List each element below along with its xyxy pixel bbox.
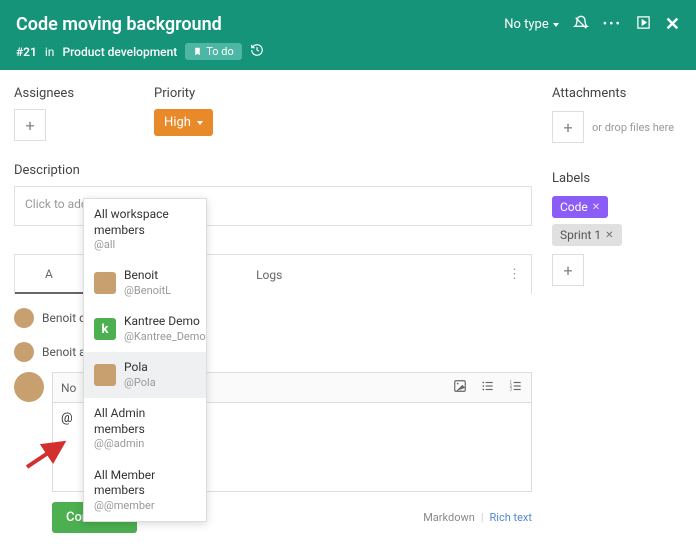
mention-handle: @all	[94, 238, 196, 252]
richtext-link[interactable]: Rich text	[490, 511, 533, 524]
mention-handle: @Pola	[124, 376, 156, 390]
close-icon[interactable]: ✕	[665, 14, 680, 35]
priority-label: Priority	[154, 86, 213, 101]
markdown-link[interactable]: Markdown	[423, 511, 475, 524]
mention-option[interactable]: All workspace members@all	[84, 199, 206, 260]
description-label: Description	[14, 163, 532, 178]
add-label-button[interactable]: +	[552, 254, 584, 286]
expand-icon[interactable]	[636, 15, 651, 34]
number-list-icon[interactable]: 123	[509, 379, 523, 396]
labels-list: Code ✕ Sprint 1 ✕	[552, 196, 682, 246]
mention-option[interactable]: All Member members@@member	[84, 460, 206, 521]
avatar	[94, 364, 116, 386]
mention-option[interactable]: Pola@Pola	[84, 352, 206, 398]
bell-off-icon[interactable]	[573, 15, 589, 35]
avatar	[94, 272, 116, 294]
card-title: Code moving background	[16, 14, 504, 35]
mention-name: All workspace members	[94, 207, 196, 238]
image-icon[interactable]	[453, 379, 467, 396]
mention-name: Kantree Demo	[124, 314, 206, 330]
remove-label-icon[interactable]: ✕	[605, 230, 613, 241]
mention-name: Pola	[124, 360, 156, 376]
card-header: Code moving background No type ••• ✕ #21…	[0, 0, 696, 70]
avatar	[14, 308, 34, 328]
bullet-list-icon[interactable]	[481, 379, 495, 396]
mention-option[interactable]: k Kantree Demo@Kantree_Demo	[84, 306, 206, 352]
tab-activity[interactable]: A	[15, 255, 83, 294]
drop-hint: or drop files here	[592, 121, 674, 134]
more-icon[interactable]: •••	[603, 17, 622, 32]
tab-more-icon[interactable]: ⋮	[498, 267, 531, 282]
mention-option[interactable]: Benoit@BenoitL	[84, 260, 206, 306]
mention-dropdown: All workspace members@allBenoit@BenoitLk…	[83, 198, 207, 522]
svg-text:3: 3	[510, 387, 513, 392]
mention-name: Benoit	[124, 268, 171, 284]
mention-handle: @@member	[94, 499, 196, 513]
mention-handle: @@admin	[94, 437, 196, 451]
avatar	[14, 342, 34, 362]
priority-select[interactable]: High	[154, 109, 213, 136]
label-chip[interactable]: Sprint 1 ✕	[552, 224, 622, 246]
mention-option[interactable]: All Admin members@@admin	[84, 398, 206, 459]
attachments-label: Attachments	[552, 86, 682, 101]
mention-name: All Admin members	[94, 406, 196, 437]
labels-label: Labels	[552, 171, 682, 186]
card-id: #21	[16, 45, 37, 59]
note-toggle[interactable]: No	[61, 381, 76, 395]
label-chip[interactable]: Code ✕	[552, 196, 608, 218]
header-actions: No type ••• ✕	[504, 14, 680, 35]
history-icon[interactable]	[250, 43, 264, 60]
remove-label-icon[interactable]: ✕	[592, 202, 600, 213]
add-assignee-button[interactable]: +	[14, 109, 46, 141]
add-attachment-button[interactable]: +	[552, 111, 584, 143]
assignees-label: Assignees	[14, 86, 74, 101]
project-link[interactable]: Product development	[62, 45, 177, 59]
mention-handle: @BenoitL	[124, 284, 171, 298]
status-pill[interactable]: To do	[185, 43, 242, 60]
tab-logs[interactable]: Logs	[226, 255, 312, 294]
type-selector[interactable]: No type	[504, 17, 559, 32]
avatar: k	[94, 318, 116, 340]
current-user-avatar	[14, 372, 44, 402]
mention-handle: @Kantree_Demo	[124, 330, 206, 344]
mention-name: All Member members	[94, 468, 196, 499]
